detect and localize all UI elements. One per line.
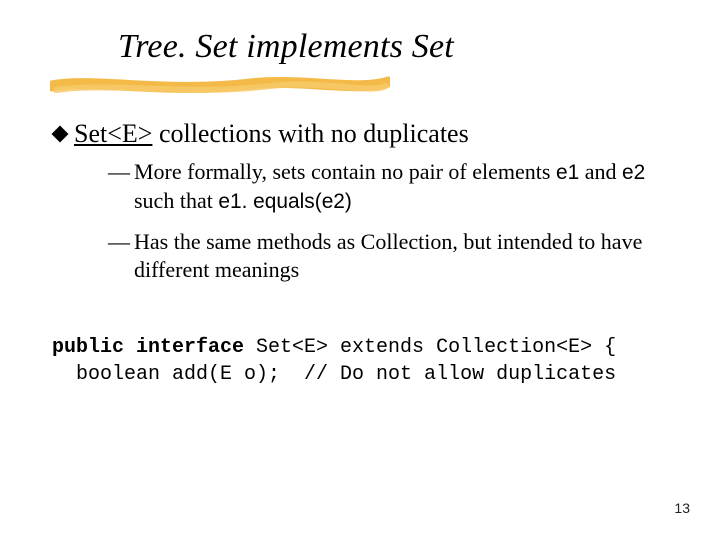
sub-bullet-1: — More formally, sets contain no pair of… (108, 158, 660, 216)
slide-title: Tree. Set implements Set (118, 28, 454, 66)
sub1-e1: e1 (556, 161, 579, 184)
sub1-expr: e1. equals(e2) (218, 190, 352, 213)
slide: Tree. Set implements Set Set<E> collecti… (0, 0, 720, 540)
dash-icon: — (108, 228, 130, 256)
sub1-mid2: such that (134, 188, 218, 213)
code-line2: boolean add(E o); // Do not allow duplic… (52, 363, 616, 386)
code-block: public interface Set<E> extends Collecti… (52, 334, 668, 388)
sub-bullet-list: — More formally, sets contain no pair of… (108, 158, 660, 296)
main-bullet-text: collections with no duplicates (152, 119, 468, 148)
code-line1-rest: Set<E> extends Collection<E> { (244, 336, 616, 359)
main-bullet: Set<E> collections with no duplicates (54, 118, 666, 149)
sub-bullet-2: — Has the same methods as Collection, bu… (108, 228, 660, 284)
sub1-e2: e2 (622, 161, 645, 184)
dash-icon: — (108, 158, 130, 186)
code-kw: public interface (52, 336, 244, 359)
sub1-mid: and (579, 159, 622, 184)
title-underline-icon (50, 72, 390, 96)
main-bullet-link: Set<E> (74, 119, 152, 148)
sub2-text: Has the same methods as Collection, but … (134, 229, 642, 282)
sub1-pre: More formally, sets contain no pair of e… (134, 159, 556, 184)
page-number: 13 (674, 500, 690, 516)
bullet-diamond-icon (52, 126, 69, 143)
